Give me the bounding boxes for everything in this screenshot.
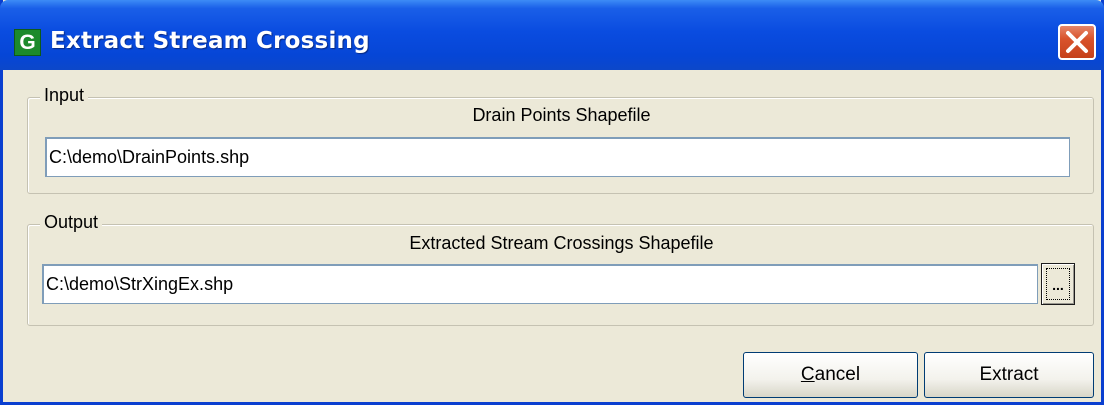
stream-crossings-output-input[interactable]	[42, 264, 1038, 304]
dialog-window: G Extract Stream Crossing Input Drain Po…	[0, 0, 1104, 405]
extract-button[interactable]: Extract	[924, 352, 1094, 398]
input-group: Input Drain Points Shapefile	[27, 85, 1094, 194]
output-group-label: Output	[40, 212, 103, 233]
output-group: Output Extracted Stream Crossings Shapef…	[27, 212, 1094, 326]
extract-button-label: Extract	[979, 364, 1039, 385]
stream-crossings-caption: Extracted Stream Crossings Shapefile	[409, 233, 714, 253]
close-button[interactable]	[1058, 24, 1096, 60]
title-bar[interactable]: G Extract Stream Crossing	[0, 0, 1104, 70]
window-title: Extract Stream Crossing	[50, 28, 370, 54]
cancel-button-label: Cancel	[800, 364, 861, 385]
drain-points-input[interactable]	[45, 137, 1070, 177]
drain-points-caption: Drain Points Shapefile	[472, 105, 651, 125]
app-icon: G	[14, 29, 41, 56]
browse-button[interactable]: ...	[1041, 263, 1075, 305]
browse-label: ...	[1052, 277, 1064, 293]
close-icon	[1066, 31, 1088, 53]
cancel-button[interactable]: Cancel	[743, 352, 918, 398]
input-group-label: Input	[40, 85, 89, 106]
